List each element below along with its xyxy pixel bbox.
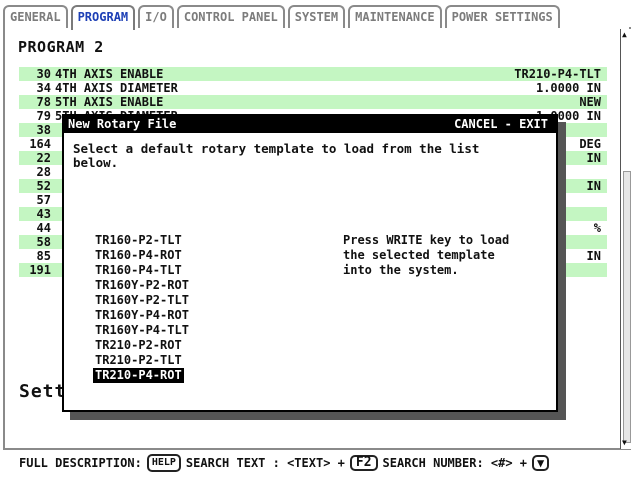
setting-number: 191 <box>29 263 51 277</box>
new-rotary-file-dialog: New Rotary File CANCEL - EXIT Select a d… <box>62 114 558 412</box>
template-list-item[interactable]: TR160Y-P2-TLT <box>93 293 191 307</box>
table-row[interactable]: 34 4TH AXIS DIAMETER 1.0000 IN <box>19 81 607 95</box>
template-list-item[interactable]: TR160-P4-TLT <box>93 263 184 277</box>
setting-label: 4TH AXIS DIAMETER <box>55 81 178 95</box>
table-row[interactable]: 30 4TH AXIS ENABLE TR210-P4-TLT <box>19 67 607 81</box>
f2-key-icon: F2 <box>349 455 378 471</box>
tab-power-settings[interactable]: POWER SETTINGS <box>444 5 560 28</box>
template-list-item[interactable]: TR210-P2-ROT <box>93 338 184 352</box>
scrollbar[interactable]: ▲ ▼ <box>620 29 632 449</box>
setting-number: 30 <box>36 67 51 81</box>
template-list-item[interactable]: TR160Y-P2-ROT <box>93 278 191 292</box>
setting-number: 22 <box>36 151 51 165</box>
setting-value: IN <box>586 151 601 165</box>
setting-value: % <box>593 221 601 235</box>
help-line: into the system. <box>343 263 459 277</box>
setting-value: IN <box>586 249 601 263</box>
template-list-item[interactable]: TR210-P2-TLT <box>93 353 184 367</box>
setting-number: 34 <box>36 81 51 95</box>
help-line: the selected template <box>343 248 495 262</box>
tab-program[interactable]: PROGRAM <box>70 5 136 30</box>
setting-number: 52 <box>36 179 51 193</box>
template-list: TR160-P2-TLT TR160-P4-ROT TR160-P4-TLT TR16… <box>93 233 191 383</box>
template-list-item[interactable]: TR160Y-P4-ROT <box>93 308 191 322</box>
setting-value: TR210-P4-TLT <box>514 67 601 81</box>
scroll-thumb[interactable] <box>623 171 631 443</box>
help-key-icon: HELP <box>146 454 181 472</box>
setting-number: 85 <box>36 249 51 263</box>
tab-io[interactable]: I/O <box>138 5 174 28</box>
tab-control-panel[interactable]: CONTROL PANEL <box>176 5 285 28</box>
tab-general[interactable]: GENERAL <box>3 5 68 28</box>
table-row[interactable]: 78 5TH AXIS ENABLE NEW <box>19 95 607 109</box>
footer-hints: FULL DESCRIPTION: HELP SEARCH TEXT : <TE… <box>19 453 554 473</box>
setting-number: 78 <box>36 95 51 109</box>
setting-number: 38 <box>36 123 51 137</box>
search-number-label: SEARCH NUMBER: <#> + <box>382 456 528 470</box>
template-list-item[interactable]: TR160Y-P4-TLT <box>93 323 191 337</box>
dialog-instruction: Select a default rotary template to load… <box>73 141 480 170</box>
help-line: Press WRITE key to load <box>343 233 510 247</box>
setting-number: 43 <box>36 207 51 221</box>
search-text-label: SEARCH TEXT : <TEXT> + <box>185 456 345 470</box>
scroll-down-arrow-icon[interactable]: ▼ <box>622 438 627 448</box>
setting-number: 58 <box>36 235 51 249</box>
setting-label: 5TH AXIS ENABLE <box>55 95 164 109</box>
full-description-label: FULL DESCRIPTION: <box>19 456 142 470</box>
down-arrow-key-icon: ▼ <box>532 455 550 471</box>
template-list-item[interactable]: TR160-P2-TLT <box>93 233 184 247</box>
setting-number: 79 <box>36 109 51 123</box>
setting-value: 1.0000 IN <box>535 81 601 95</box>
tab-maintenance[interactable]: MAINTENANCE <box>348 5 442 28</box>
setting-value: NEW <box>579 95 601 109</box>
setting-number: 57 <box>36 193 51 207</box>
setting-number: 164 <box>29 137 51 151</box>
settings-description-label: Sett <box>19 381 67 402</box>
setting-number: 28 <box>36 165 51 179</box>
help-text: Press WRITE key to load the selected tem… <box>343 233 543 278</box>
template-list-item[interactable]: TR210-P4-ROT <box>93 368 184 383</box>
page-title: PROGRAM 2 <box>18 38 104 56</box>
cancel-exit-button[interactable]: CANCEL - EXIT <box>454 116 548 133</box>
setting-number: 44 <box>36 221 51 235</box>
template-list-item[interactable]: TR160-P4-ROT <box>93 248 184 262</box>
setting-label: 4TH AXIS ENABLE <box>55 67 164 81</box>
dialog-header: New Rotary File CANCEL - EXIT <box>64 116 556 133</box>
tab-bar: GENERAL PROGRAM I/O CONTROL PANEL SYSTEM… <box>3 5 563 30</box>
dialog-title: New Rotary File <box>68 117 177 131</box>
setting-value: IN <box>586 179 601 193</box>
scroll-up-arrow-icon[interactable]: ▲ <box>622 30 627 40</box>
tab-system[interactable]: SYSTEM <box>287 5 346 28</box>
setting-value: DEG <box>579 137 601 151</box>
